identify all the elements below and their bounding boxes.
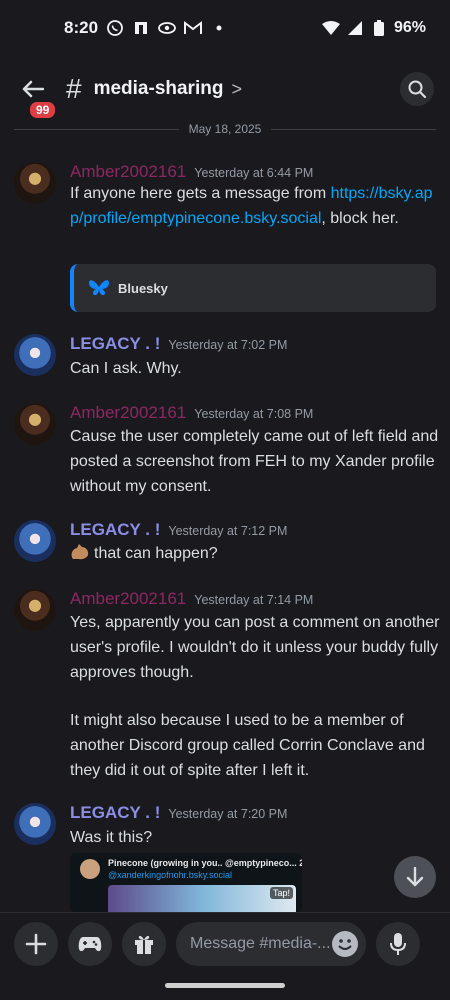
gamepad-icon — [78, 936, 102, 951]
author-name[interactable]: LEGACY . ! — [70, 520, 160, 540]
app-icon — [132, 19, 150, 37]
preview-avatar — [80, 859, 100, 879]
author-name[interactable]: Amber2002161 — [70, 162, 186, 182]
back-arrow-icon — [22, 80, 44, 98]
avatar[interactable] — [14, 520, 56, 562]
back-button[interactable]: 99 — [16, 72, 58, 120]
message-text: Was it this? — [70, 829, 153, 846]
hash-icon: # — [66, 73, 82, 104]
text-after: , block her. — [321, 210, 399, 227]
search-button[interactable] — [400, 72, 434, 106]
wifi-icon — [321, 19, 340, 37]
preview-image — [108, 885, 296, 913]
scroll-to-bottom-button[interactable] — [394, 856, 436, 898]
text-before: If anyone here gets a message from — [70, 185, 331, 202]
activities-button[interactable] — [68, 921, 112, 966]
avatar[interactable] — [14, 403, 56, 445]
image-attachment[interactable]: Pinecone (growing in you.. @emptypineco.… — [70, 853, 302, 913]
channel-name[interactable]: media-sharing — [94, 78, 224, 100]
author-name[interactable]: LEGACY . ! — [70, 334, 160, 354]
preview-tap-label: Tap! — [270, 887, 294, 899]
timestamp: Yesterday at 7:14 PM — [194, 593, 314, 607]
message-header: Amber2002161 Yesterday at 7:08 PM — [70, 403, 313, 423]
chevron-right-icon[interactable]: > — [231, 79, 242, 100]
butterfly-icon — [89, 280, 109, 296]
notification-icons — [106, 19, 228, 37]
divider-line — [14, 128, 179, 130]
message-header: LEGACY . ! Yesterday at 7:02 PM — [70, 334, 287, 354]
message-text-2: It might also because I used to be a mem… — [70, 712, 425, 779]
date-divider: May 18, 2025 — [14, 120, 436, 138]
message-input[interactable] — [190, 934, 332, 953]
preview-handle: @xanderkingofnohr.bsky.social — [108, 870, 233, 880]
gmail-icon — [184, 19, 203, 37]
signal-icon — [346, 19, 364, 37]
message-header: Amber2002161 Yesterday at 7:14 PM — [70, 589, 313, 609]
date-label: May 18, 2025 — [188, 122, 262, 136]
timestamp: Yesterday at 7:20 PM — [168, 807, 288, 821]
message-text: Yes, apparently you can post a comment o… — [70, 614, 440, 681]
status-time: 8:20 — [64, 18, 99, 37]
avatar[interactable] — [14, 803, 56, 845]
message-text: If anyone here gets a message from https… — [70, 181, 440, 231]
message-header: Amber2002161 Yesterday at 6:44 PM — [70, 162, 313, 182]
emoji-icon — [70, 543, 90, 561]
message-input-container[interactable] — [176, 921, 366, 966]
add-attachment-button[interactable] — [14, 921, 58, 966]
avatar[interactable] — [14, 162, 56, 204]
gift-icon — [135, 935, 153, 954]
message-composer — [0, 912, 450, 974]
message-content: that can happen? — [94, 545, 218, 562]
battery-icon — [370, 19, 388, 37]
timestamp: Yesterday at 6:44 PM — [194, 166, 314, 180]
author-name[interactable]: Amber2002161 — [70, 589, 186, 609]
channel-header: 99 # media-sharing > — [0, 62, 450, 120]
timestamp: Yesterday at 7:02 PM — [168, 338, 288, 352]
microphone-icon — [390, 932, 406, 955]
embed-label: Bluesky — [118, 280, 168, 296]
battery-percent: 96% — [393, 19, 426, 36]
timestamp: Yesterday at 7:12 PM — [168, 524, 288, 538]
plus-icon — [25, 933, 47, 954]
preview-name: Pinecone (growing in you.. @emptypineco.… — [108, 858, 302, 868]
voice-message-button[interactable] — [376, 921, 420, 966]
eye-icon — [158, 19, 176, 37]
message-text: that can happen? — [70, 541, 440, 566]
dot-icon — [210, 19, 228, 37]
search-icon — [408, 80, 426, 98]
divider-line — [271, 128, 436, 130]
emoji-picker-icon[interactable] — [332, 930, 358, 957]
author-name[interactable]: Amber2002161 — [70, 403, 186, 423]
whatsapp-icon — [106, 19, 124, 37]
message-text: Can I ask. Why. — [70, 360, 182, 377]
home-indicator[interactable] — [165, 983, 285, 988]
author-name[interactable]: LEGACY . ! — [70, 803, 160, 823]
avatar[interactable] — [14, 589, 56, 631]
status-right: 96% — [321, 19, 426, 37]
unread-badge: 99 — [28, 100, 58, 120]
avatar[interactable] — [14, 334, 56, 376]
link-embed[interactable]: Bluesky — [70, 264, 436, 312]
message-header: LEGACY . ! Yesterday at 7:12 PM — [70, 520, 287, 540]
arrow-down-icon — [406, 867, 424, 887]
message-header: LEGACY . ! Yesterday at 7:20 PM — [70, 803, 287, 823]
timestamp: Yesterday at 7:08 PM — [194, 407, 314, 421]
gift-button[interactable] — [122, 921, 166, 966]
message-text: Cause the user completely came out of le… — [70, 428, 439, 495]
status-bar: 8:20 96% — [0, 0, 450, 56]
